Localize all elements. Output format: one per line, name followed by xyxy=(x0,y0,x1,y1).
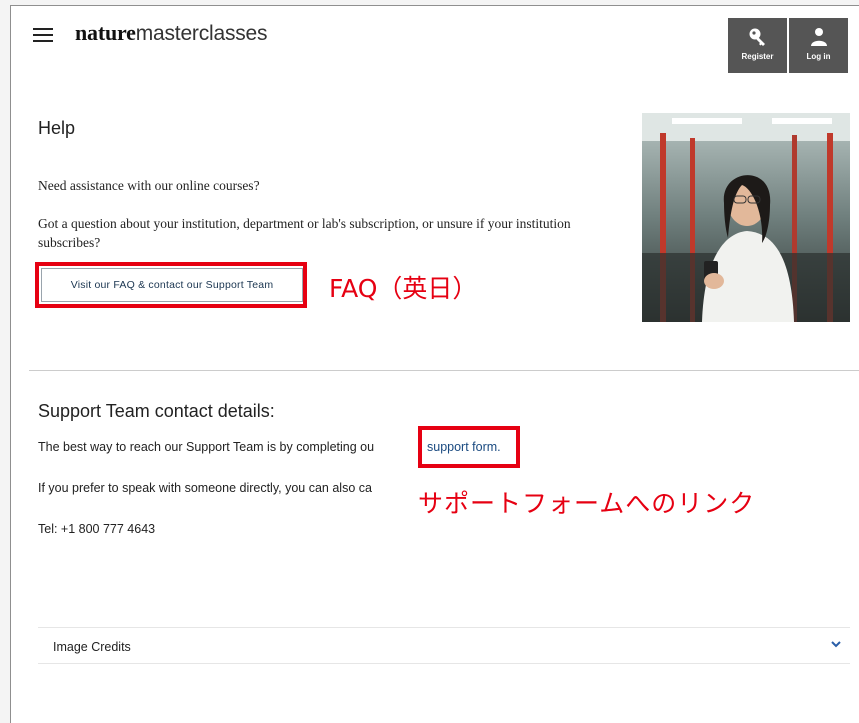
key-icon xyxy=(749,28,765,46)
faq-highlight-box xyxy=(35,262,307,308)
site-logo[interactable]: naturemasterclasses xyxy=(75,20,268,46)
hamburger-menu-icon[interactable] xyxy=(33,28,53,42)
register-label: Register xyxy=(741,52,774,61)
support-line-phone: If you prefer to speak with someone dire… xyxy=(38,481,372,495)
form-highlight-box xyxy=(418,426,520,468)
page: naturemasterclasses Register Log in Help… xyxy=(10,5,859,723)
logo-nature: nature xyxy=(75,20,136,45)
help-heading: Help xyxy=(38,118,76,138)
logo-masterclasses: masterclasses xyxy=(135,22,268,45)
faq-annotation: FAQ（英日） xyxy=(329,274,478,303)
register-button[interactable]: Register xyxy=(728,18,787,73)
support-line-form: The best way to reach our Support Team i… xyxy=(38,440,375,454)
image-credits-label: Image Credits xyxy=(53,640,131,654)
user-icon xyxy=(810,28,827,46)
section-divider xyxy=(29,370,859,371)
support-tel: Tel: +1 800 777 4643 xyxy=(38,522,156,536)
help-question-subscription: Got a question about your institution, d… xyxy=(38,216,571,250)
form-annotation: サポートフォームへのリンク xyxy=(418,489,756,518)
support-heading: Support Team contact details: xyxy=(38,401,275,421)
image-credits-accordion[interactable]: Image Credits xyxy=(38,627,850,664)
help-question-courses: Need assistance with our online courses? xyxy=(38,178,260,193)
login-button[interactable]: Log in xyxy=(789,18,848,73)
chevron-down-icon xyxy=(831,641,841,648)
login-label: Log in xyxy=(806,52,831,61)
hero-photo xyxy=(642,113,850,322)
